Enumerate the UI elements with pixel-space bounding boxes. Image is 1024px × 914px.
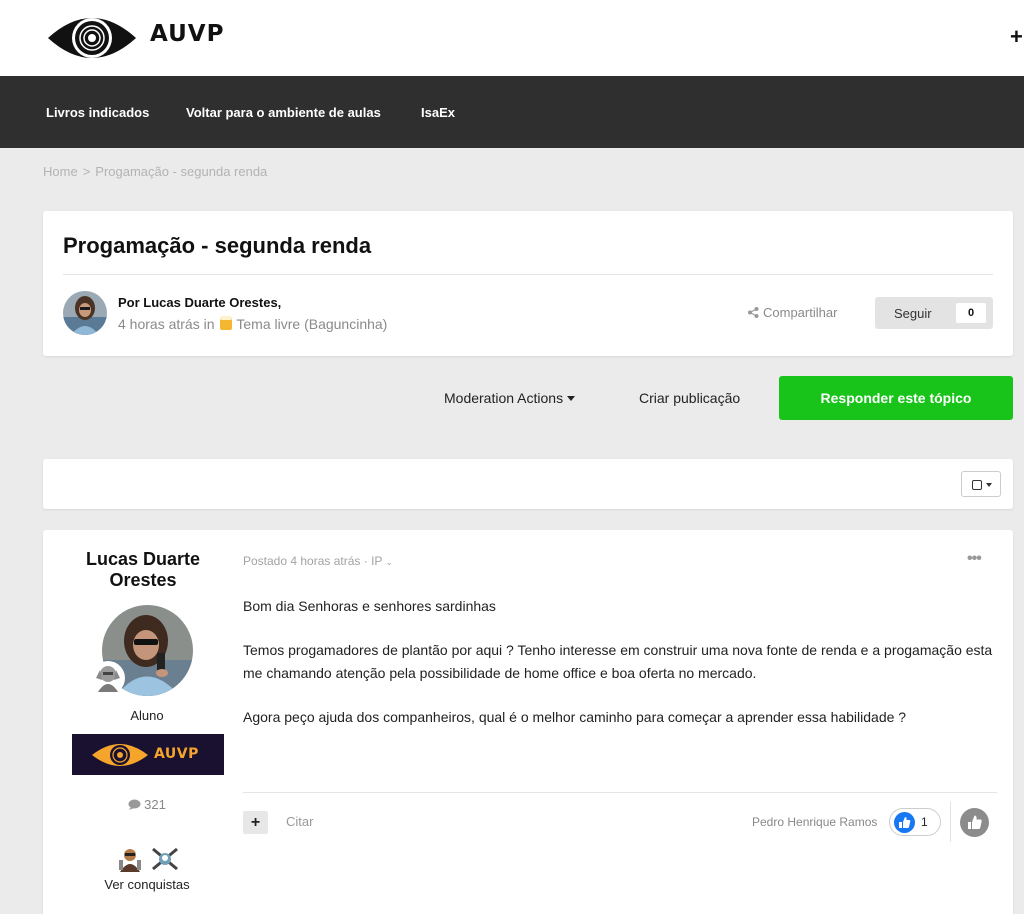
post-count[interactable]: 321 [63,797,231,812]
poster-name[interactable]: Lucas Duarte Orestes [63,549,223,591]
breadcrumb-current[interactable]: Progamação - segunda renda [95,164,267,179]
quote-button[interactable]: Citar [286,814,313,829]
topic-header-card: Progamação - segunda renda Por Lucas Dua… [43,211,1013,356]
rank-badge-icon [91,661,125,695]
banner-text: AUVP [154,746,199,762]
react-button[interactable] [960,808,989,837]
topic-time: 4 horas atrás in [118,316,215,332]
eye-logo-icon[interactable] [46,10,138,66]
caret-down-icon [986,483,992,487]
topic-meta: 4 horas atrás in Tema livre (Baguncinha) [118,316,387,332]
follow-count-badge: 0 [956,303,986,323]
share-label: Compartilhar [763,305,838,320]
follow-button[interactable]: Seguir 0 [875,297,993,329]
reaction-summary[interactable]: 1 [889,808,941,836]
breadcrumb-separator: > [82,164,91,179]
share-icon [748,307,759,318]
main-navbar: Livros indicados Voltar para o ambiente … [0,76,1024,148]
share-button[interactable]: Compartilhar [748,305,837,320]
moderation-actions-button[interactable]: Moderation Actions [444,390,576,406]
thumbs-up-icon [894,812,915,833]
checkbox-icon [972,480,982,490]
post-toolbar [43,459,1013,509]
post-count-value: 321 [144,797,166,812]
member-group: Aluno [130,708,164,723]
author-byline[interactable]: Por Lucas Duarte Orestes, [118,295,281,310]
thumbs-up-icon [968,815,982,829]
reply-topic-button[interactable]: Responder este tópico [779,376,1013,420]
reaction-count: 1 [921,815,928,829]
author-avatar[interactable] [63,291,107,335]
nav-item-livros-indicados[interactable]: Livros indicados [46,105,149,120]
caret-down-icon [567,396,576,401]
post-meta[interactable]: Postado 4 horas atrás · IP ⌄ [243,554,393,568]
post-content: Bom dia Senhoras e senhores sardinhas Te… [243,595,998,750]
warrior-badge-icon [119,849,141,872]
post-options-menu[interactable]: ••• [967,550,982,568]
post-card: Lucas Duarte Orestes Aluno AUVP 321 Ver … [43,530,1013,914]
post-paragraph: Agora peço ajuda dos companheiros, qual … [243,709,907,725]
follow-label: Seguir [894,306,932,321]
reacted-by-user[interactable]: Pedro Henrique Ramos [752,815,877,829]
nav-item-isaex[interactable]: IsaEx [421,105,455,120]
multi-select-button[interactable] [961,471,1001,497]
crossed-swords-icon [152,847,179,871]
breadcrumb: Home > Progamação - segunda renda [43,164,267,179]
group-banner: AUVP [72,734,224,775]
site-header: AUVP + [0,0,1024,76]
logo-text[interactable]: AUVP [150,21,224,47]
divider [63,274,993,275]
view-achievements-link[interactable]: Ver conquistas [63,877,231,892]
achievement-badges[interactable] [117,846,180,877]
forum-link[interactable]: Tema livre (Baguncinha) [236,316,387,332]
chevron-down-icon: ⌄ [385,557,394,567]
breadcrumb-home[interactable]: Home [43,164,78,179]
page-title: Progamação - segunda renda [63,233,372,258]
post-meta-text: Postado 4 horas atrás · IP [243,554,383,568]
nav-item-ambiente-aulas[interactable]: Voltar para o ambiente de aulas [186,105,381,120]
create-post-button[interactable]: Criar publicação [639,390,740,406]
multiquote-button[interactable]: + [243,811,268,834]
beer-icon [220,316,233,330]
divider [243,792,997,793]
divider [950,802,951,842]
post-paragraph: Bom dia Senhoras e senhores sardinhas [243,598,496,614]
post-paragraph: Temos progamadores de plantão por aqui ?… [243,642,993,681]
moderation-actions-label: Moderation Actions [444,390,564,406]
create-plus-icon[interactable]: + [1010,24,1023,50]
speech-bubble-icon [128,799,141,810]
eye-logo-icon [92,744,148,766]
